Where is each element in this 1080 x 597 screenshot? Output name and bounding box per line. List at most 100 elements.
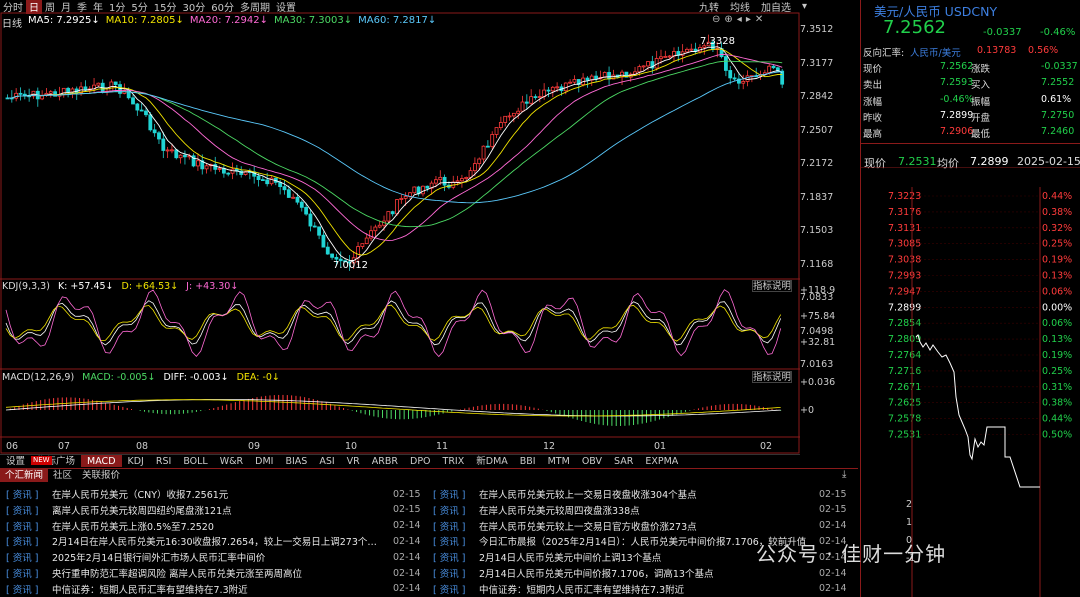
indicator-tab-5[interactable]: BOLL xyxy=(177,455,213,467)
candle-body xyxy=(183,154,187,158)
quote-label: 卖出 xyxy=(863,80,883,92)
indicator-tab-19[interactable]: EXPMA xyxy=(639,455,684,467)
candle-body xyxy=(667,55,672,58)
news-item[interactable]: [ 资讯 ] 2月14日在岸人民币兑美元16:30收盘报7.2654，较上一交易日… xyxy=(6,533,433,549)
indicator-tab-7[interactable]: DMI xyxy=(249,455,279,467)
indicator-tab-2[interactable]: MACD xyxy=(81,455,122,467)
news-title[interactable]: 中信证券：短期人民币汇率有望维持在7.3附近 xyxy=(52,582,248,596)
news-title[interactable]: 2月14日在岸人民币兑美元16:30收盘报7.2654，较上一交易日上调273个… xyxy=(52,534,383,548)
macd-help-button[interactable]: 指标说明 xyxy=(752,371,792,383)
kdj-help-button[interactable]: 指标说明 xyxy=(752,280,792,292)
candle-body xyxy=(321,234,326,248)
macd-value: MACD: -0.005↓ xyxy=(82,372,156,383)
tl-vol-tick: 1 xyxy=(906,517,912,528)
indicator-tab-13[interactable]: TRIX xyxy=(437,455,471,467)
news-tag: [ 资讯 ] xyxy=(6,569,39,580)
watermark: 公众号 · 佳财一分钟 xyxy=(756,542,947,566)
news-tab-0[interactable]: 个汇新闻 xyxy=(0,469,49,482)
news-item[interactable]: [ 资讯 ] 离岸人民币兑美元较周四纽约尾盘涨121点 02-15 xyxy=(6,502,433,518)
news-item[interactable]: [ 资讯 ] 在岸人民币兑美元上涨0.5%至7.2520 02-14 xyxy=(6,518,433,534)
quote-value: 7.2593 xyxy=(940,77,974,89)
news-item[interactable]: [ 资讯 ] 中信证券：短期人民币汇率有望维持在7.3附近 02-14 xyxy=(6,581,433,597)
candle-body xyxy=(511,112,516,117)
price-tick: 7.1837 xyxy=(800,191,834,203)
candle-body xyxy=(48,91,53,94)
news-title[interactable]: 在岸人民币兑美元较周四夜盘涨338点 xyxy=(479,503,640,517)
news-item[interactable]: [ 资讯 ] 2025年2月14日银行间外汇市场人民币汇率中间价 02-14 xyxy=(6,549,433,565)
indicator-tab-14[interactable]: 新DMA xyxy=(470,455,514,467)
month-label: 09 xyxy=(248,441,261,452)
news-title[interactable]: 2月14日人民币兑美元中间价上调13个基点 xyxy=(479,550,661,564)
news-item[interactable]: [ 资讯 ] 在岸人民币兑美元较上一交易日官方收盘价涨273点 02-14 xyxy=(433,518,859,534)
news-title[interactable]: 在岸人民币兑美元上涨0.5%至7.2520 xyxy=(52,519,214,533)
candle-body xyxy=(529,96,534,104)
tl-pct-tick: 0.44% xyxy=(1042,191,1072,202)
divider xyxy=(860,143,1080,144)
candle-body xyxy=(724,56,728,71)
news-item[interactable]: [ 资讯 ] 2月14日人民币兑美元中间价报7.1706，调高13个基点 02-14 xyxy=(433,565,859,581)
news-title[interactable]: 央行重申防范汇率超调风险 离岸人民币兑美元涨至两周高位 xyxy=(52,566,302,580)
news-title[interactable]: 在岸人民币兑美元较上一交易日夜盘收涨304个基点 xyxy=(479,487,697,501)
indicator-tab-6[interactable]: W&R xyxy=(214,455,249,467)
candle-body xyxy=(732,77,737,80)
price-tick: 7.0163 xyxy=(800,359,834,370)
kdj-k: K: +57.45↓ xyxy=(57,281,114,292)
news-tag: [ 资讯 ] xyxy=(6,553,39,565)
quote-value: 0.61% xyxy=(1041,93,1072,105)
price-tick: 7.2172 xyxy=(800,158,834,169)
tl-price-tick: 7.3085 xyxy=(888,239,921,250)
news-title[interactable]: 2025年2月14日银行间外汇市场人民币汇率中间价 xyxy=(52,550,265,564)
news-title[interactable]: 在岸人民币兑美元（CNY）收报7.2561元 xyxy=(52,487,228,501)
macd-line-0 xyxy=(5,399,781,417)
candle-body xyxy=(472,163,477,172)
news-date: 02-14 xyxy=(393,583,421,595)
news-item[interactable]: [ 资讯 ] 在岸人民币兑美元较周四夜盘涨338点 02-15 xyxy=(433,502,859,518)
download-icon[interactable]: ⤓ xyxy=(842,469,846,480)
news-title[interactable]: 在岸人民币兑美元较上一交易日官方收盘价涨273点 xyxy=(479,519,697,533)
indicator-tab-3[interactable]: KDJ xyxy=(122,455,150,467)
indicator-tab-11[interactable]: ARBR xyxy=(366,455,404,467)
tl-price-tick: 7.2531 xyxy=(888,430,921,441)
reverse-pair[interactable]: 人民币/美元 xyxy=(910,45,961,59)
news-item[interactable]: [ 资讯 ] 在岸人民币兑美元较上一交易日夜盘收涨304个基点 02-15 xyxy=(433,486,859,502)
chevron-down-icon[interactable]: ▾ xyxy=(799,1,810,12)
indicator-tab-10[interactable]: VR xyxy=(341,455,366,467)
news-date: 02-15 xyxy=(819,504,847,516)
news-date: 02-15 xyxy=(819,488,847,500)
candle-body xyxy=(767,65,772,74)
news-item[interactable]: [ 资讯 ] 在岸人民币兑美元（CNY）收报7.2561元 02-15 xyxy=(6,486,433,502)
tl-pct-tick: 0.00% xyxy=(1042,302,1072,313)
kline-chart[interactable]: 7.3328 7.0012 xyxy=(0,0,800,454)
indicator-tab-15[interactable]: BBI xyxy=(514,455,542,467)
indicator-tab-18[interactable]: SAR xyxy=(608,455,639,467)
indicator-tab-17[interactable]: OBV xyxy=(576,455,608,467)
news-tab-2[interactable]: 关联报价 xyxy=(77,469,125,482)
news-item[interactable]: [ 资讯 ] 中信证券：短期内人民币汇率有望维持在7.3附近 02-14 xyxy=(433,581,859,597)
indicator-tab-16[interactable]: MTM xyxy=(542,455,576,467)
kdj-line-1 xyxy=(5,304,782,342)
candle-body xyxy=(96,82,101,86)
price-tick: 7.3177 xyxy=(800,57,834,69)
candle-body xyxy=(490,134,495,148)
intraday-chart[interactable]: 7.3223 0.44% 7.3176 0.38% 7.3131 0.32% 7.3085 0… xyxy=(860,167,1080,597)
news-item[interactable]: [ 资讯 ] 央行重申防范汇率超调风险 离岸人民币兑美元涨至两周高位 02-14 xyxy=(6,565,433,581)
tl-pct-tick: 0.13% xyxy=(1042,271,1072,282)
news-title[interactable]: 中信证券：短期内人民币汇率有望维持在7.3附近 xyxy=(479,582,684,596)
news-tab-1[interactable]: 社区 xyxy=(48,469,77,482)
indicator-tab-8[interactable]: BIAS xyxy=(279,455,313,467)
candle-body xyxy=(265,179,270,185)
indicator-tab-4[interactable]: RSI xyxy=(150,455,177,467)
news-tabs: 个汇新闻 社区 关联报价 xyxy=(0,468,858,482)
tl-price-tick: 7.2854 xyxy=(888,318,921,329)
candle-body xyxy=(572,79,577,83)
candle-body xyxy=(550,86,555,92)
candle-body xyxy=(641,65,646,68)
candle-body xyxy=(390,211,395,215)
news-title[interactable]: 离岸人民币兑美元较周四纽约尾盘涨121点 xyxy=(52,503,232,517)
indicator-tab-9[interactable]: ASI xyxy=(313,455,340,467)
news-title[interactable]: 2月14日人民币兑美元中间价报7.1706，调高13个基点 xyxy=(479,566,713,580)
news-date: 02-14 xyxy=(819,583,847,595)
indicator-tab-0[interactable]: 设置 xyxy=(0,455,31,467)
news-date: 02-14 xyxy=(393,551,421,563)
indicator-tab-12[interactable]: DPO xyxy=(404,455,437,467)
